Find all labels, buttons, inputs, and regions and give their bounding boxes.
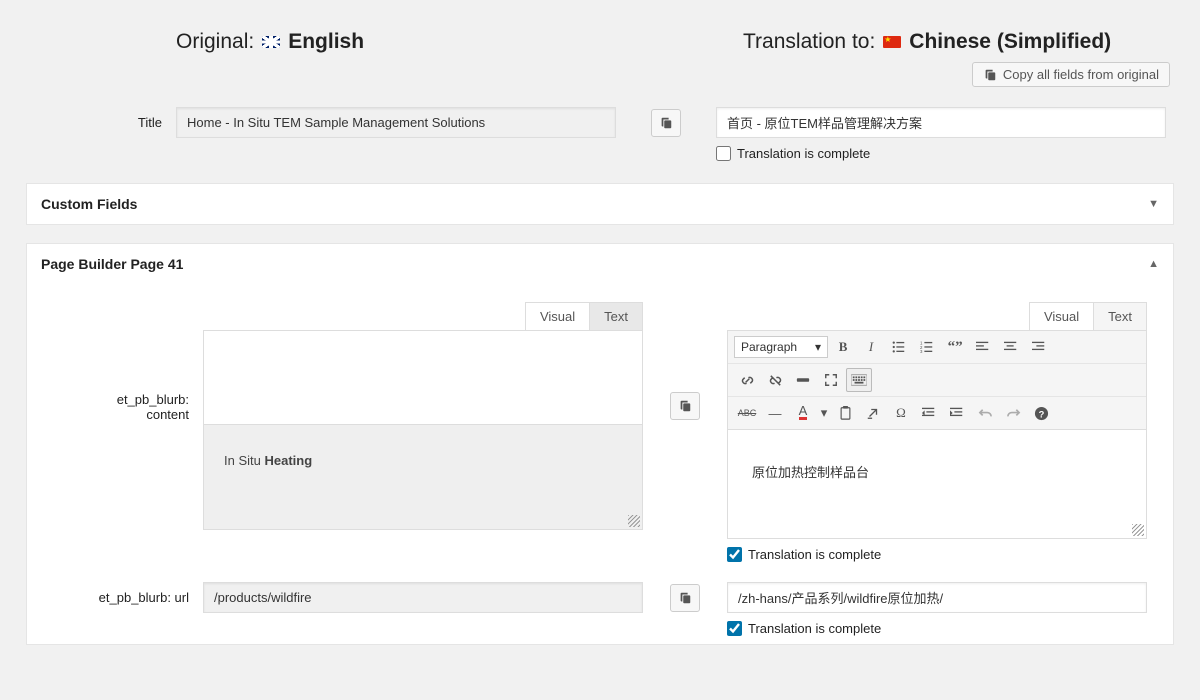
keyboard-button[interactable] <box>846 368 872 392</box>
content-field-label-2: content <box>33 407 189 422</box>
china-flag-icon <box>883 36 901 48</box>
text-color-button[interactable]: A <box>790 401 816 425</box>
unlink-button[interactable] <box>762 368 788 392</box>
ul-button[interactable] <box>886 335 912 359</box>
original-content-box: In Situ Heating <box>203 330 643 530</box>
strike-button[interactable]: ABC <box>734 401 760 425</box>
content-complete-checkbox[interactable] <box>727 547 742 562</box>
bold-button[interactable]: B <box>830 335 856 359</box>
clear-button[interactable] <box>860 401 886 425</box>
title-translation-input[interactable] <box>716 107 1166 138</box>
expand-icon: ▲ <box>1148 258 1159 270</box>
resize-handle-icon[interactable] <box>1132 524 1144 536</box>
fullwidth-button[interactable] <box>790 368 816 392</box>
content-complete-row[interactable]: Translation is complete <box>727 547 1147 562</box>
original-language: English <box>288 30 364 54</box>
outdent-button[interactable] <box>916 401 942 425</box>
url-complete-label: Translation is complete <box>748 621 881 636</box>
original-tab-text[interactable]: Text <box>590 302 643 331</box>
copy-icon <box>983 68 997 82</box>
align-center-button[interactable] <box>998 335 1024 359</box>
copy-all-fields-button[interactable]: Copy all fields from original <box>972 62 1170 87</box>
indent-button[interactable] <box>944 401 970 425</box>
url-translation-input[interactable] <box>727 582 1147 613</box>
svg-text:?: ? <box>1038 409 1044 419</box>
title-field-label: Title <box>30 107 176 130</box>
original-content-prefix: In Situ <box>224 453 264 468</box>
title-complete-label: Translation is complete <box>737 146 870 161</box>
caret-down-icon: ▾ <box>815 340 821 354</box>
paste-button[interactable] <box>832 401 858 425</box>
translation-tab-text[interactable]: Text <box>1094 302 1147 331</box>
translation-content-editor[interactable]: 原位加热控制样品台 <box>728 430 1146 538</box>
undo-button[interactable] <box>972 401 998 425</box>
special-char-button[interactable]: Ω <box>888 401 914 425</box>
custom-fields-header[interactable]: Custom Fields ▼ <box>27 184 1173 224</box>
original-content-bold: Heating <box>264 453 312 468</box>
copy-icon <box>678 591 692 605</box>
url-original-input <box>203 582 643 613</box>
page-builder-panel: Page Builder Page 41 ▲ et_pb_blurb: cont… <box>26 243 1174 645</box>
page-builder-title: Page Builder Page 41 <box>41 256 183 272</box>
hr-button[interactable]: — <box>762 401 788 425</box>
original-label: Original: <box>176 30 254 54</box>
svg-text:3: 3 <box>920 349 923 354</box>
page-builder-header[interactable]: Page Builder Page 41 ▲ <box>27 244 1173 284</box>
collapse-icon: ▼ <box>1148 198 1159 210</box>
copy-title-button[interactable] <box>651 109 681 137</box>
custom-fields-panel: Custom Fields ▼ <box>26 183 1174 225</box>
custom-fields-title: Custom Fields <box>41 196 137 212</box>
copy-content-button[interactable] <box>670 392 700 420</box>
editor-toolbar: Paragraph▾ B I 123 “” <box>728 331 1146 430</box>
translation-language: Chinese (Simplified) <box>909 30 1111 54</box>
resize-handle-icon[interactable] <box>628 515 640 527</box>
copy-url-button[interactable] <box>670 584 700 612</box>
fullscreen-button[interactable] <box>818 368 844 392</box>
redo-button[interactable] <box>1000 401 1026 425</box>
copy-all-label: Copy all fields from original <box>1003 67 1159 82</box>
title-original-input <box>176 107 616 138</box>
url-complete-row[interactable]: Translation is complete <box>727 621 1147 636</box>
ol-button[interactable]: 123 <box>914 335 940 359</box>
title-complete-row[interactable]: Translation is complete <box>716 146 1166 161</box>
format-select[interactable]: Paragraph▾ <box>734 336 828 358</box>
copy-icon <box>659 116 673 130</box>
align-left-button[interactable] <box>970 335 996 359</box>
content-complete-label: Translation is complete <box>748 547 881 562</box>
text-color-caret[interactable]: ▾ <box>818 401 830 425</box>
original-tab-visual[interactable]: Visual <box>525 302 590 331</box>
url-field-label: et_pb_blurb: url <box>33 582 203 605</box>
link-button[interactable] <box>734 368 760 392</box>
title-complete-checkbox[interactable] <box>716 146 731 161</box>
italic-button[interactable]: I <box>858 335 884 359</box>
align-right-button[interactable] <box>1026 335 1052 359</box>
quote-button[interactable]: “” <box>942 335 968 359</box>
copy-icon <box>678 399 692 413</box>
translation-tab-visual[interactable]: Visual <box>1029 302 1094 331</box>
uk-flag-icon <box>262 36 280 48</box>
url-complete-checkbox[interactable] <box>727 621 742 636</box>
content-field-label-1: et_pb_blurb: <box>33 392 189 407</box>
translation-label: Translation to: <box>743 30 875 54</box>
help-button[interactable]: ? <box>1028 401 1054 425</box>
